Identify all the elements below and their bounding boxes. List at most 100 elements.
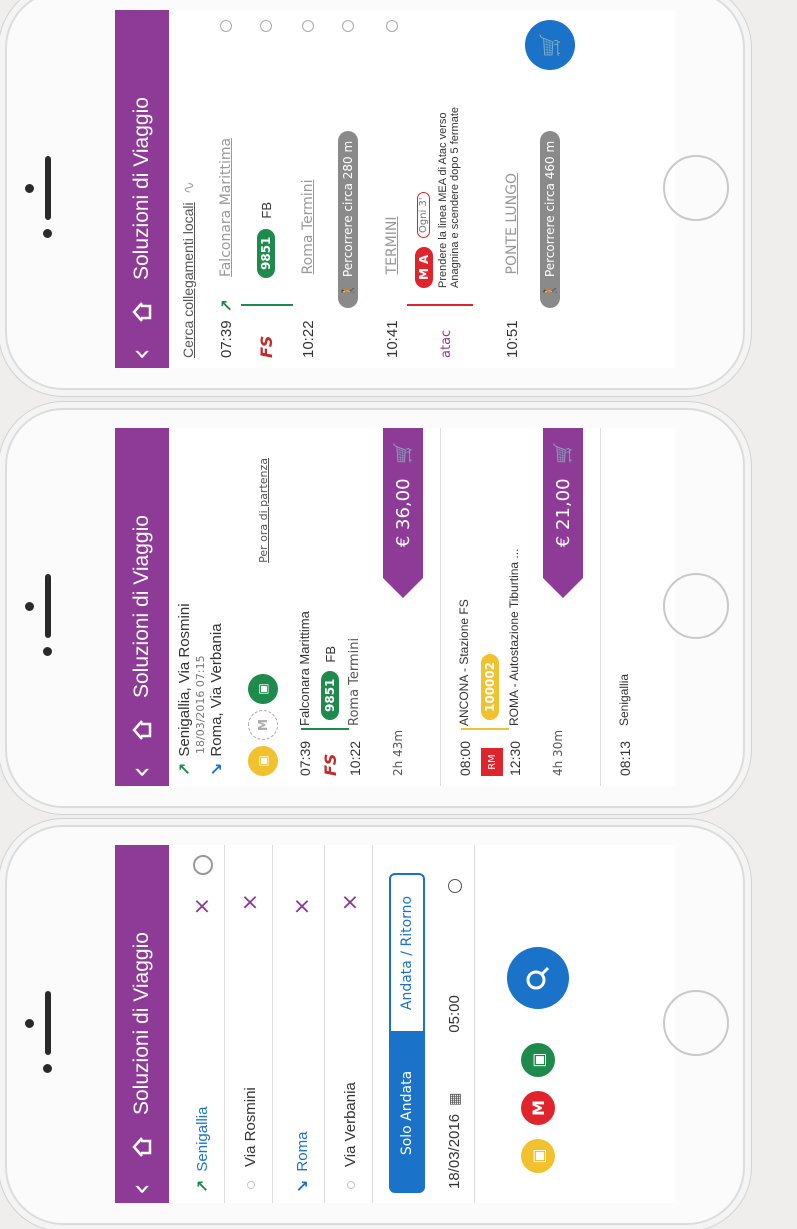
- page-title: Soluzioni di Viaggio: [130, 932, 153, 1115]
- calendar-icon[interactable]: ▦: [447, 1093, 463, 1106]
- train-info: 9851 FB: [321, 646, 339, 720]
- price-buy-button[interactable]: € 36,00 🛒: [383, 428, 423, 578]
- train-filter-icon[interactable]: ▣: [521, 1043, 555, 1077]
- clear-to-city-icon[interactable]: ×: [290, 897, 315, 915]
- metro-filter-icon[interactable]: M: [248, 710, 278, 740]
- train-badge: 9851: [257, 228, 275, 278]
- dep-station: Senigallia: [617, 673, 631, 726]
- departure-arrow-icon: ↗: [193, 1179, 212, 1193]
- phone-search: ‹ Soluzioni di Viaggio ↗ Senigallia × Vi…: [5, 825, 745, 1225]
- stop-time: 10:51: [503, 320, 521, 358]
- map-pin-icon[interactable]: [342, 20, 354, 32]
- date-field[interactable]: 18/03/2016: [446, 1114, 463, 1189]
- train-leg: FS 9851 FB: [251, 10, 281, 368]
- detail-screen: ‹ Soluzioni di Viaggio Cerca collegament…: [115, 10, 675, 368]
- map-pin-icon[interactable]: [386, 20, 398, 32]
- dep-station: Falconara Marittima: [297, 611, 312, 726]
- map-pin-icon[interactable]: [220, 20, 232, 32]
- results-screen: ‹ Soluzioni di Viaggio ↗ Senigallia, Via…: [115, 428, 675, 786]
- clear-to-street-icon[interactable]: ×: [338, 893, 363, 911]
- cart-button[interactable]: 🛒: [525, 20, 575, 70]
- street-icon: [246, 1181, 255, 1189]
- home-icon[interactable]: [132, 294, 152, 330]
- back-button[interactable]: ‹: [124, 748, 159, 778]
- to-city: Roma: [294, 1131, 311, 1172]
- stop-row: 10:41 TERMINI: [377, 10, 407, 368]
- metro-badge: M A: [415, 246, 433, 288]
- arr-time: 10:22: [347, 740, 363, 776]
- departure-arrow-icon: ↗: [175, 762, 194, 776]
- phone-results: ‹ Soluzioni di Viaggio ↗ Senigallia, Via…: [5, 408, 745, 808]
- train-filter-icon[interactable]: ▣: [248, 674, 278, 704]
- to-city-row[interactable]: ↘ Roma ×: [281, 845, 325, 1203]
- train-type: FB: [258, 201, 274, 219]
- app-header: ‹ Soluzioni di Viaggio: [115, 428, 169, 786]
- trip-type-tabs: Solo Andata Andata / Ritorno: [389, 845, 425, 1203]
- datetime-row: 18/03/2016 ▦ 05:00: [435, 845, 475, 1203]
- walk-row: 🚶 Percorrere circa 460 m 🛒: [525, 10, 575, 368]
- summary-datetime: 18/03/2016 07:15: [194, 655, 207, 754]
- atac-logo: atac: [439, 329, 454, 358]
- sort-link[interactable]: Per ora di partenza: [257, 458, 270, 563]
- street-icon: [346, 1181, 355, 1189]
- solution-card[interactable]: 08:13 Senigallia: [611, 428, 671, 786]
- stop-name[interactable]: PONTE LUNGO: [504, 173, 520, 274]
- back-button[interactable]: ‹: [124, 330, 159, 360]
- locate-icon[interactable]: [192, 855, 213, 875]
- bus-filter-icon[interactable]: ▣: [521, 1139, 555, 1173]
- search-screen: ‹ Soluzioni di Viaggio ↗ Senigallia × Vi…: [115, 845, 675, 1203]
- home-icon[interactable]: [132, 1129, 152, 1165]
- solution-card[interactable]: 07:39 Falconara Marittima FS 9851 FB 10:…: [291, 428, 441, 786]
- back-button[interactable]: ‹: [124, 1165, 159, 1195]
- route-icon: ∿: [178, 180, 198, 195]
- summary-to: Roma, Via Verbania: [208, 623, 225, 757]
- clear-from-city-icon[interactable]: ×: [190, 897, 215, 915]
- bus-filter-icon[interactable]: ▣: [248, 746, 278, 776]
- search-button[interactable]: [507, 947, 569, 1009]
- arr-station: ROMA - Autostazione Tiburtina ...: [507, 548, 521, 726]
- metro-frequency: Ogni 3': [417, 192, 430, 238]
- transport-filters: ▣ M ▣: [503, 845, 573, 1203]
- map-pin-icon[interactable]: [302, 20, 314, 32]
- home-icon[interactable]: [132, 712, 152, 748]
- search-local-link[interactable]: Cerca collegamenti locali: [180, 202, 196, 358]
- from-street: Via Rosmini: [242, 1087, 259, 1167]
- stop-name[interactable]: Roma Termini: [300, 180, 316, 275]
- metro-filter-icon[interactable]: M: [521, 1091, 555, 1125]
- trenitalia-logo-icon: FS: [321, 753, 340, 776]
- stop-row: 10:22 Roma Termini: [293, 10, 323, 368]
- tab-oneway[interactable]: Solo Andata: [389, 1033, 425, 1193]
- from-city: Senigallia: [194, 1106, 211, 1172]
- arrival-arrow-icon: ↘: [293, 1179, 312, 1193]
- app-header: ‹ Soluzioni di Viaggio: [115, 845, 169, 1203]
- summary-from: Senigallia, Via Rosmini: [176, 603, 193, 757]
- rm-logo-icon: RM: [481, 748, 503, 776]
- trip-summary: ↗ Senigallia, Via Rosmini 18/03/2016 07:…: [175, 428, 226, 786]
- clear-from-street-icon[interactable]: ×: [238, 893, 263, 911]
- train-type: FB: [322, 645, 338, 663]
- page-title: Soluzioni di Viaggio: [130, 515, 153, 698]
- tab-return[interactable]: Andata / Ritorno: [389, 873, 425, 1033]
- from-city-row[interactable]: ↗ Senigallia ×: [181, 845, 225, 1203]
- stop-row: 10:51 PONTE LUNGO: [497, 10, 527, 368]
- metro-instruction: Prendere la linea MEA di Atac verso Anag…: [437, 106, 461, 288]
- search-icon: [526, 966, 550, 990]
- time-field[interactable]: 05:00: [446, 995, 463, 1033]
- map-pin-icon[interactable]: [260, 20, 272, 32]
- app-header: ‹ Soluzioni di Viaggio: [115, 10, 169, 368]
- stop-time: 07:39: [217, 320, 235, 358]
- price-buy-button[interactable]: € 21,00 🛒: [543, 428, 583, 578]
- bus-badge: 100002: [481, 653, 499, 720]
- departure-arrow-icon: ↗: [216, 299, 236, 313]
- walk-icon: 🚶: [543, 283, 557, 298]
- to-street-row[interactable]: Via Verbania ×: [329, 845, 373, 1203]
- page-title: Soluzioni di Viaggio: [130, 97, 153, 280]
- from-street-row[interactable]: Via Rosmini ×: [229, 845, 273, 1203]
- stop-row: 07:39 ↗ Falconara Marittima: [211, 10, 241, 368]
- solution-card[interactable]: 08:00 ANCONA - Stazione FS RM 100002 12:…: [451, 428, 601, 786]
- search-local-row[interactable]: Cerca collegamenti locali ∿: [175, 10, 201, 368]
- stop-name[interactable]: TERMINI: [384, 217, 400, 275]
- dep-time: 08:00: [457, 740, 473, 776]
- clock-icon[interactable]: [447, 879, 462, 893]
- stop-name[interactable]: Falconara Marittima: [218, 138, 234, 277]
